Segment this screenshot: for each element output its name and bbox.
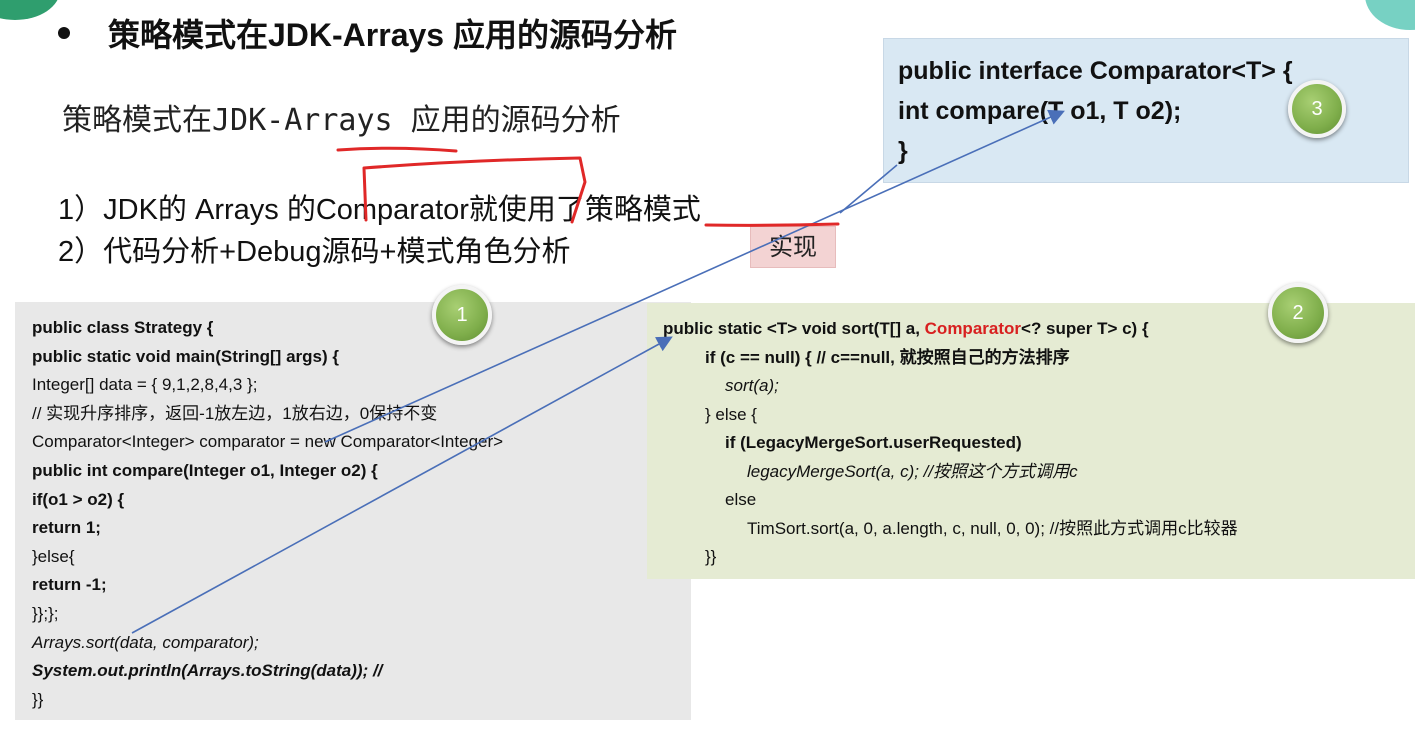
code-line: System.out.println(Arrays.toString(data)… bbox=[32, 661, 383, 681]
code-line: Arrays.sort(data, comparator); bbox=[32, 632, 259, 652]
code-line: int compare(T o1, T o2); bbox=[898, 97, 1182, 125]
bullet-icon bbox=[58, 27, 70, 39]
sort-signature-line: public static <T> void sort(T[] a, Compa… bbox=[663, 315, 1238, 344]
code-line: else bbox=[725, 490, 757, 509]
code-line: }else{ bbox=[32, 546, 75, 566]
code-line: // 实现升序排序，返回-1放左边，1放右边，0保持不变 bbox=[32, 403, 438, 423]
slide-title-row: 策略模式在JDK-Arrays 应用的源码分析 bbox=[40, 8, 677, 58]
code-line: return -1; bbox=[32, 575, 107, 595]
code-line: sort(a); bbox=[725, 376, 779, 395]
code-line: }} bbox=[32, 689, 44, 709]
red-underline-arrays bbox=[336, 146, 458, 153]
sort-signature-suffix: <? super T> c) { bbox=[1021, 319, 1149, 338]
code-line: TimSort.sort(a, 0, a.length, c, null, 0,… bbox=[747, 518, 1238, 538]
code-line: if(o1 > o2) { bbox=[32, 489, 125, 509]
point-2: 2）代码分析+Debug源码+模式角色分析 bbox=[58, 236, 571, 268]
sort-code-box: public static <T> void sort(T[] a, Compa… bbox=[647, 303, 1415, 579]
code-line: public static void main(String[] args) { bbox=[32, 346, 339, 366]
client-code: public class Strategy {public static voi… bbox=[32, 314, 503, 714]
comparator-highlight: Comparator bbox=[924, 319, 1022, 338]
code-line: } bbox=[898, 137, 908, 165]
corner-decoration-right bbox=[1365, 0, 1415, 30]
code-line: public int compare(Integer o1, Integer o… bbox=[32, 460, 378, 480]
sort-code: public static <T> void sort(T[] a, Compa… bbox=[663, 315, 1238, 572]
code-line: public interface Comparator<T> { bbox=[898, 57, 1293, 85]
code-line: if (LegacyMergeSort.userRequested) bbox=[725, 433, 1022, 452]
code-line: } else { bbox=[705, 404, 757, 424]
client-code-box: public class Strategy {public static voi… bbox=[15, 302, 691, 720]
code-line: return 1; bbox=[32, 518, 101, 538]
code-line: Comparator<Integer> comparator = new Com… bbox=[32, 432, 504, 452]
point-1: 1）JDK的 Arrays 的Comparator就使用了策略模式 bbox=[58, 194, 701, 226]
code-line: }} bbox=[705, 547, 717, 566]
interface-code: public interface Comparator<T> { int com… bbox=[898, 51, 1293, 171]
code-line: legacyMergeSort(a, c); //按照这个方式调用c bbox=[747, 461, 1078, 481]
code-line: if (c == null) { // c==null, 就按照自己的方法排序 bbox=[705, 347, 1070, 367]
sort-signature-prefix: public static <T> void sort(T[] a, bbox=[663, 319, 925, 338]
slide-subtitle: 策略模式在JDK-Arrays 应用的源码分析 bbox=[62, 103, 621, 138]
code-line: Integer[] data = { 9,1,2,8,4,3 }; bbox=[32, 375, 258, 395]
code-line: }};}; bbox=[32, 603, 59, 623]
slide-title: 策略模式在JDK-Arrays 应用的源码分析 bbox=[108, 17, 677, 53]
step-circle-1: 1 bbox=[432, 285, 492, 345]
step-circle-2: 2 bbox=[1268, 283, 1328, 343]
step-circle-3: 3 bbox=[1288, 80, 1346, 138]
annotation-badge: 实现 bbox=[750, 226, 836, 268]
